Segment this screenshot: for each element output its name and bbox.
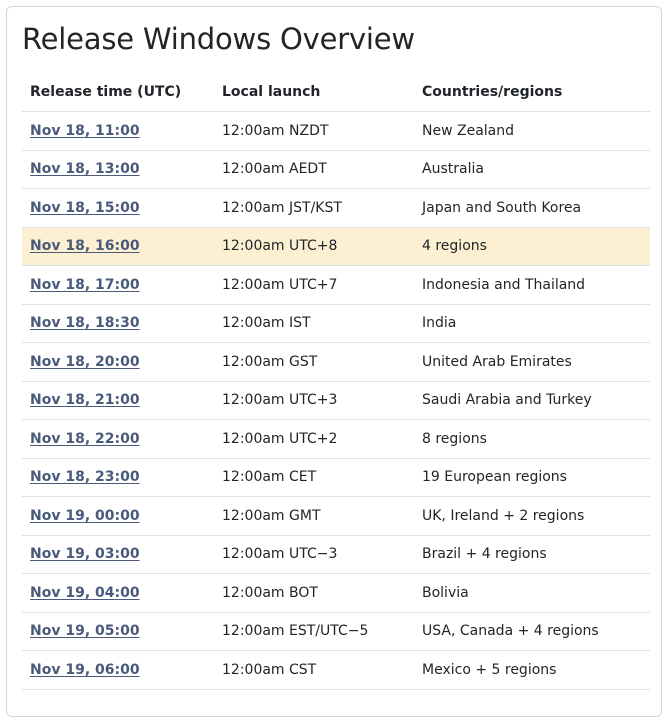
regions-cell: 19 European regions bbox=[414, 458, 650, 497]
release-time-cell: Nov 19, 06:00 bbox=[22, 650, 214, 690]
table-row: Nov 19, 04:00 12:00am BOT Bolivia bbox=[22, 573, 650, 613]
regions-cell: Bolivia bbox=[414, 573, 650, 613]
regions-cell: USA, Canada + 4 regions bbox=[414, 612, 650, 651]
release-time-link[interactable]: Nov 19, 00:00 bbox=[30, 508, 140, 524]
release-time-link[interactable]: Nov 19, 03:00 bbox=[30, 546, 140, 562]
local-launch-cell: 12:00am UTC+8 bbox=[214, 227, 414, 266]
table-row: Nov 18, 17:00 12:00am UTC+7 Indonesia and … bbox=[22, 265, 650, 305]
column-header-local-launch: Local launch bbox=[214, 73, 414, 112]
table-row: Nov 18, 13:00 12:00am AEDT Australia bbox=[22, 150, 650, 189]
local-launch-cell: 12:00am AEDT bbox=[214, 150, 414, 189]
column-header-regions: Countries/regions bbox=[414, 73, 650, 112]
table-row: Nov 18, 18:30 12:00am IST India bbox=[22, 304, 650, 343]
table-row: Nov 19, 05:00 12:00am EST/UTC−5 USA, Canad… bbox=[22, 612, 650, 651]
release-time-cell: Nov 18, 18:30 bbox=[22, 304, 214, 343]
table-row: Nov 18, 15:00 12:00am JST/KST Japan and So… bbox=[22, 188, 650, 228]
local-launch-cell: 12:00am IST bbox=[214, 304, 414, 343]
local-launch-cell: 12:00am GST bbox=[214, 342, 414, 382]
release-time-link[interactable]: Nov 18, 16:00 bbox=[30, 238, 140, 254]
regions-cell: Mexico + 5 regions bbox=[414, 650, 650, 690]
local-launch-cell: 12:00am UTC+7 bbox=[214, 265, 414, 305]
local-launch-cell: 12:00am JST/KST bbox=[214, 188, 414, 228]
page-title: Release Windows Overview bbox=[22, 22, 415, 56]
release-time-cell: Nov 18, 15:00 bbox=[22, 188, 214, 228]
release-time-cell: Nov 18, 22:00 bbox=[22, 419, 214, 459]
table-row: Nov 18, 23:00 12:00am CET 19 European regi… bbox=[22, 458, 650, 497]
release-time-link[interactable]: Nov 18, 15:00 bbox=[30, 200, 140, 216]
release-time-cell: Nov 18, 13:00 bbox=[22, 150, 214, 189]
regions-cell: New Zealand bbox=[414, 111, 650, 151]
release-time-link[interactable]: Nov 19, 04:00 bbox=[30, 585, 140, 601]
release-time-link[interactable]: Nov 18, 22:00 bbox=[30, 431, 140, 447]
table-body: Nov 18, 11:00 12:00am NZDT New Zealand Nov … bbox=[22, 111, 650, 690]
regions-cell: 4 regions bbox=[414, 227, 650, 266]
local-launch-cell: 12:00am GMT bbox=[214, 496, 414, 536]
table-row: Nov 18, 21:00 12:00am UTC+3 Saudi Arabia a… bbox=[22, 381, 650, 420]
release-time-cell: Nov 18, 17:00 bbox=[22, 265, 214, 305]
regions-cell: Australia bbox=[414, 150, 650, 189]
regions-cell: 8 regions bbox=[414, 419, 650, 459]
local-launch-cell: 12:00am CST bbox=[214, 650, 414, 690]
local-launch-cell: 12:00am BOT bbox=[214, 573, 414, 613]
release-time-link[interactable]: Nov 19, 05:00 bbox=[30, 623, 140, 639]
table-row: Nov 19, 00:00 12:00am GMT UK, Ireland + 2 … bbox=[22, 496, 650, 536]
regions-cell: Indonesia and Thailand bbox=[414, 265, 650, 305]
regions-cell: Japan and South Korea bbox=[414, 188, 650, 228]
release-time-link[interactable]: Nov 19, 06:00 bbox=[30, 662, 140, 678]
local-launch-cell: 12:00am UTC−3 bbox=[214, 535, 414, 574]
regions-cell: UK, Ireland + 2 regions bbox=[414, 496, 650, 536]
local-launch-cell: 12:00am UTC+3 bbox=[214, 381, 414, 420]
table-header-row: Release time (UTC) Local launch Countrie… bbox=[22, 73, 650, 112]
release-time-cell: Nov 19, 05:00 bbox=[22, 612, 214, 651]
regions-cell: Brazil + 4 regions bbox=[414, 535, 650, 574]
release-time-cell: Nov 18, 23:00 bbox=[22, 458, 214, 497]
table-row: Nov 18, 22:00 12:00am UTC+2 8 regions bbox=[22, 419, 650, 459]
regions-cell: Saudi Arabia and Turkey bbox=[414, 381, 650, 420]
column-header-release-time: Release time (UTC) bbox=[22, 73, 214, 112]
release-windows-table: Release time (UTC) Local launch Countrie… bbox=[22, 73, 650, 690]
table-row: Nov 18, 16:00 12:00am UTC+8 4 regions bbox=[22, 227, 650, 266]
release-time-link[interactable]: Nov 18, 20:00 bbox=[30, 354, 140, 370]
release-time-link[interactable]: Nov 18, 17:00 bbox=[30, 277, 140, 293]
release-time-cell: Nov 18, 11:00 bbox=[22, 111, 214, 151]
table-row: Nov 18, 11:00 12:00am NZDT New Zealand bbox=[22, 111, 650, 151]
table-row: Nov 18, 20:00 12:00am GST United Arab Emir… bbox=[22, 342, 650, 382]
release-time-cell: Nov 18, 16:00 bbox=[22, 227, 214, 266]
release-time-cell: Nov 19, 04:00 bbox=[22, 573, 214, 613]
table-row: Nov 19, 03:00 12:00am UTC−3 Brazil + 4 reg… bbox=[22, 535, 650, 574]
local-launch-cell: 12:00am EST/UTC−5 bbox=[214, 612, 414, 651]
table-row: Nov 19, 06:00 12:00am CST Mexico + 5 regio… bbox=[22, 650, 650, 690]
release-time-link[interactable]: Nov 18, 23:00 bbox=[30, 469, 140, 485]
local-launch-cell: 12:00am CET bbox=[214, 458, 414, 497]
regions-cell: United Arab Emirates bbox=[414, 342, 650, 382]
release-time-link[interactable]: Nov 18, 21:00 bbox=[30, 392, 140, 408]
release-time-link[interactable]: Nov 18, 11:00 bbox=[30, 123, 140, 139]
local-launch-cell: 12:00am UTC+2 bbox=[214, 419, 414, 459]
release-time-cell: Nov 19, 00:00 bbox=[22, 496, 214, 536]
release-time-cell: Nov 18, 20:00 bbox=[22, 342, 214, 382]
release-windows-card: Release Windows Overview Release time (U… bbox=[6, 6, 662, 717]
release-time-link[interactable]: Nov 18, 18:30 bbox=[30, 315, 140, 331]
release-time-cell: Nov 19, 03:00 bbox=[22, 535, 214, 574]
regions-cell: India bbox=[414, 304, 650, 343]
local-launch-cell: 12:00am NZDT bbox=[214, 111, 414, 151]
release-time-cell: Nov 18, 21:00 bbox=[22, 381, 214, 420]
release-time-link[interactable]: Nov 18, 13:00 bbox=[30, 161, 140, 177]
